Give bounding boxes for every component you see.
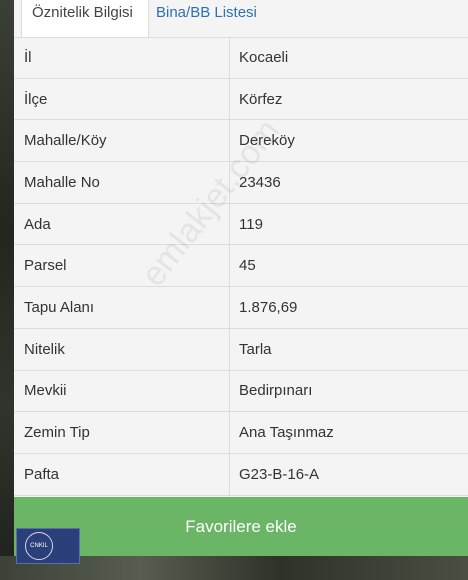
row-label: Zemin Tip bbox=[24, 424, 90, 442]
table-row: Tapu Alanı 1.876,69 bbox=[14, 287, 468, 329]
tab-building-list[interactable]: Bina/BB Listesi bbox=[146, 0, 267, 37]
row-value: Dereköy bbox=[239, 132, 295, 150]
column-divider bbox=[229, 38, 230, 78]
row-label: Nitelik bbox=[24, 340, 65, 358]
row-label: Parsel bbox=[24, 257, 67, 275]
row-value: G23-B-16-A bbox=[239, 465, 320, 483]
add-to-favorites-button[interactable]: Favorilere ekle bbox=[14, 497, 468, 556]
row-value: Kocaeli bbox=[239, 49, 289, 67]
parcel-info-panel: Öznitelik Bilgisi Bina/BB Listesi İl Koc… bbox=[14, 0, 468, 556]
row-value: 45 bbox=[239, 257, 256, 275]
tab-attribute-info[interactable]: Öznitelik Bilgisi bbox=[21, 0, 149, 38]
row-label: İlçe bbox=[24, 90, 48, 108]
row-value: Bedirpınarı bbox=[239, 382, 313, 400]
brand-logo: CNKIL bbox=[16, 528, 80, 564]
row-label: Mevkii bbox=[24, 382, 67, 400]
row-label: Ada bbox=[24, 215, 51, 233]
column-divider bbox=[229, 78, 230, 120]
row-label: Tapu Alanı bbox=[24, 298, 95, 316]
table-row: Parsel 45 bbox=[14, 245, 468, 288]
column-divider bbox=[229, 453, 230, 495]
row-label: İl bbox=[24, 49, 32, 67]
table-row: İlçe Körfez bbox=[14, 78, 468, 121]
row-value: 23436 bbox=[239, 173, 281, 191]
table-row: Ada 119 bbox=[14, 203, 468, 246]
column-divider bbox=[229, 287, 230, 328]
row-label: Pafta bbox=[24, 465, 60, 483]
table-row: Mevkii Bedirpınarı bbox=[14, 370, 468, 413]
column-divider bbox=[229, 162, 230, 203]
table-row: Pafta G23-B-16-A bbox=[14, 453, 468, 496]
column-divider bbox=[229, 328, 230, 370]
table-row: İl Kocaeli bbox=[14, 37, 468, 79]
table-row: Mahalle/Köy Dereköy bbox=[14, 120, 468, 163]
column-divider bbox=[229, 412, 230, 453]
row-label: Mahalle No bbox=[24, 173, 100, 191]
column-divider bbox=[229, 245, 230, 287]
column-divider bbox=[229, 203, 230, 245]
table-row: Zemin Tip Ana Taşınmaz bbox=[14, 412, 468, 454]
logo-emblem: CNKIL bbox=[25, 532, 53, 560]
column-divider bbox=[229, 120, 230, 162]
table-row: Nitelik Tarla bbox=[14, 328, 468, 371]
row-label: Mahalle/Köy bbox=[24, 132, 107, 150]
row-value: 119 bbox=[239, 215, 263, 233]
column-divider bbox=[229, 370, 230, 412]
table-row: Mahalle No 23436 bbox=[14, 162, 468, 204]
row-value: Ana Taşınmaz bbox=[239, 424, 334, 442]
row-value: 1.876,69 bbox=[239, 298, 298, 316]
tab-bar: Öznitelik Bilgisi Bina/BB Listesi bbox=[14, 0, 468, 38]
background-left bbox=[0, 0, 14, 580]
attribute-table: İl Kocaeli İlçe Körfez Mahalle/Köy Derek… bbox=[14, 37, 468, 496]
row-value: Tarla bbox=[239, 340, 272, 358]
row-value: Körfez bbox=[239, 90, 283, 108]
